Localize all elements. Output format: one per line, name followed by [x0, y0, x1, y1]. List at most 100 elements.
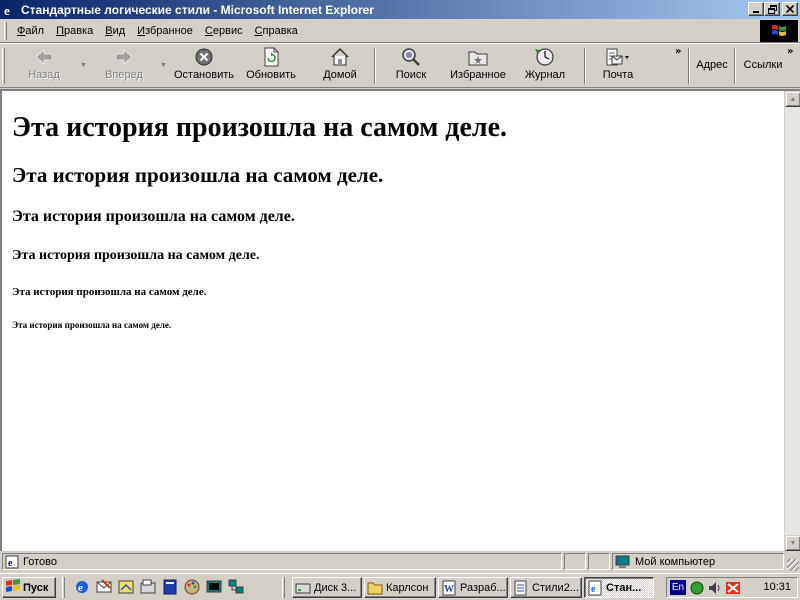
restore-icon [767, 4, 777, 14]
page-content[interactable]: Эта история произошла на самом деле. Эта… [0, 89, 800, 551]
mail-icon [605, 46, 631, 68]
status-main-panel: e Готово [2, 553, 562, 570]
show-desktop-icon[interactable] [118, 579, 134, 595]
tasks-grip[interactable] [282, 577, 285, 598]
word-document-icon: W [442, 580, 456, 595]
clock[interactable]: 10:31 [763, 581, 791, 593]
links-bar-label[interactable]: Ссылки [740, 58, 786, 76]
folder-icon [367, 582, 383, 594]
menu-bar: Файл Правка Вид Избранное Сервис Справка [0, 19, 800, 43]
svg-text:e: e [8, 558, 13, 569]
history-button[interactable]: Журнал [522, 46, 568, 86]
menu-file[interactable]: Файл [11, 25, 50, 37]
svg-text:e: e [4, 3, 10, 17]
window-title: Стандартные логические стили - Microsoft… [21, 2, 374, 17]
forward-button[interactable]: Вперед [104, 46, 144, 86]
status-panel-progress [564, 553, 586, 570]
minimize-icon [753, 11, 759, 13]
history-icon [534, 46, 556, 68]
status-text: Готово [23, 555, 57, 568]
refresh-icon [262, 46, 280, 68]
menu-tools[interactable]: Сервис [199, 25, 249, 37]
network-tray-icon[interactable] [725, 580, 741, 596]
mail-button[interactable]: Почта [600, 46, 636, 86]
windows-logo-icon [760, 20, 798, 42]
vertical-scrollbar[interactable]: ▲ ▼ [784, 91, 800, 551]
toolbar-chevron-icon[interactable]: » [675, 46, 681, 57]
language-indicator[interactable]: En [670, 580, 686, 595]
resize-grip[interactable] [787, 559, 799, 571]
restore-button[interactable] [764, 2, 780, 16]
task-styles[interactable]: Стили2... [510, 577, 582, 598]
task-karlson[interactable]: Карлсон [364, 577, 436, 598]
task-word[interactable]: W Разраб... [438, 577, 508, 598]
ie-quicklaunch-icon[interactable]: e [74, 579, 90, 595]
toolbar-separator [374, 48, 376, 84]
forward-dropdown-icon[interactable]: ▼ [160, 62, 167, 69]
house-icon [330, 46, 350, 68]
scroll-down-button[interactable]: ▼ [785, 535, 800, 551]
links-chevron-icon[interactable]: » [787, 46, 793, 57]
svg-text:e: e [78, 582, 83, 594]
heading-1: Эта история произошла на самом деле. [12, 112, 508, 143]
my-computer-icon [615, 555, 631, 569]
standard-toolbar: Назад ▼ Вперед ▼ Остановить Обновить Дом… [0, 44, 800, 88]
ie-page-icon: e [588, 580, 602, 595]
arrow-up-icon: ▲ [789, 95, 797, 103]
back-button[interactable]: Назад [24, 46, 64, 86]
status-zone-panel: Мой компьютер [612, 553, 784, 570]
title-bar[interactable]: e Стандартные логические стили - Microso… [0, 0, 800, 19]
address-bar-label[interactable]: Адрес [694, 58, 730, 76]
toolbar-separator [584, 48, 586, 84]
menu-favorites[interactable]: Избранное [131, 25, 199, 37]
antivirus-tray-icon[interactable] [689, 580, 705, 596]
palette-icon[interactable] [184, 579, 200, 595]
arrow-down-icon: ▼ [789, 539, 797, 547]
heading-5: Эта история произошла на самом деле. [12, 286, 207, 298]
close-button[interactable] [782, 2, 798, 16]
heading-3: Эта история произошла на самом деле. [12, 208, 295, 225]
stop-button[interactable]: Остановить [172, 46, 236, 86]
heading-6: Эта история произошла на самом деле. [12, 320, 172, 330]
favorites-button[interactable]: Избранное [448, 46, 508, 86]
home-button[interactable]: Домой [320, 46, 360, 86]
status-panel-security [588, 553, 610, 570]
start-label: Пуск [23, 581, 49, 594]
arrow-right-icon [114, 46, 134, 68]
refresh-button[interactable]: Обновить [244, 46, 298, 86]
outlook-express-icon[interactable] [96, 579, 112, 595]
task-disk[interactable]: Диск 3... [292, 577, 362, 598]
arrow-left-icon [34, 46, 54, 68]
book-icon[interactable] [162, 579, 178, 595]
system-tray: En 10:31 [666, 577, 798, 598]
windows-flag-icon [5, 579, 21, 596]
ie-logo-icon: e [2, 2, 18, 18]
minimize-button[interactable] [748, 2, 764, 16]
menu-edit[interactable]: Правка [50, 25, 99, 37]
toolbar-separator [734, 48, 736, 84]
back-dropdown-icon[interactable]: ▼ [80, 62, 87, 69]
status-bar: e Готово Мой компьютер [0, 552, 800, 572]
task-ie-active[interactable]: e Стан... [584, 577, 654, 598]
svg-text:e: e [591, 584, 596, 595]
folder-star-icon [468, 46, 488, 68]
terminal-icon[interactable] [206, 579, 222, 595]
menu-grip[interactable] [4, 21, 7, 40]
disk-icon [295, 583, 311, 593]
search-button[interactable]: Поиск [390, 46, 432, 86]
toolbar-grip[interactable] [2, 48, 5, 84]
magnifier-icon [400, 46, 422, 68]
svg-text:W: W [444, 584, 454, 595]
heading-2: Эта история произошла на самом деле. [12, 163, 384, 187]
menu-view[interactable]: Вид [99, 25, 131, 37]
quicklaunch-grip[interactable] [62, 577, 65, 598]
stop-icon [194, 46, 214, 68]
explorer-icon[interactable] [140, 579, 156, 595]
page-done-icon: e [5, 555, 19, 569]
volume-tray-icon[interactable] [707, 580, 723, 596]
menu-help[interactable]: Справка [249, 25, 304, 37]
heading-4: Эта история произошла на самом деле. [12, 248, 260, 263]
start-button[interactable]: Пуск [2, 577, 56, 598]
scroll-up-button[interactable]: ▲ [785, 91, 800, 107]
network-icon[interactable] [228, 579, 244, 595]
